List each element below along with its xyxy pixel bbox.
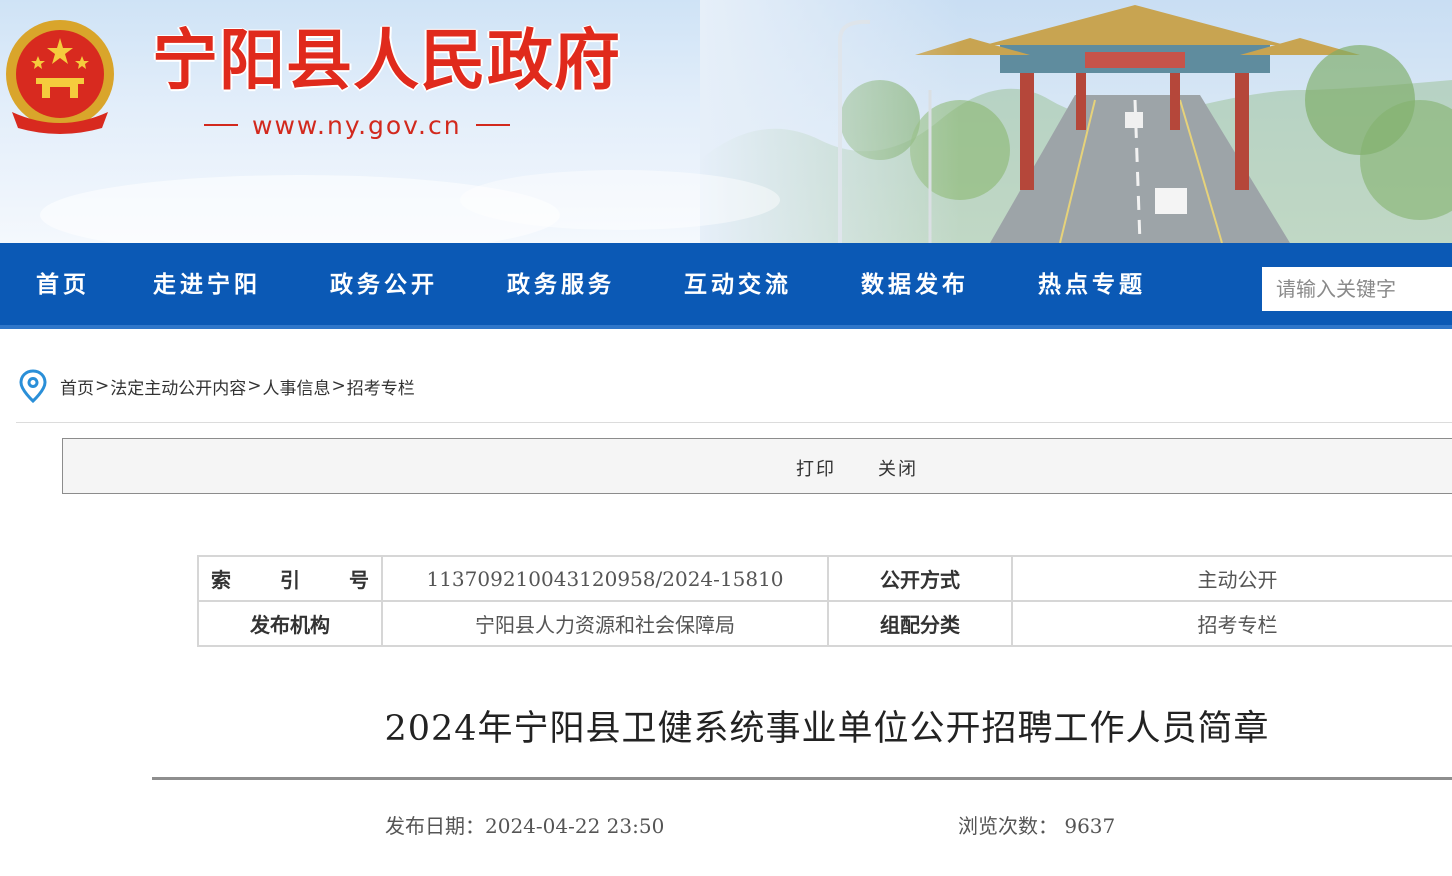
publish-date-label: 发布日期： <box>385 814 485 838</box>
breadcrumb-separator: > <box>247 376 262 396</box>
site-title: 宁阳县人民政府 <box>152 22 621 99</box>
article-toolbar: 打印 关闭 <box>62 438 1452 494</box>
category-value: 招考专栏 <box>1011 600 1452 647</box>
index-number-value: 113709210043120958/2024-15810 <box>381 555 828 602</box>
breadcrumb-separator: > <box>95 376 110 396</box>
open-mode-label: 公开方式 <box>827 555 1012 602</box>
nav-item-data[interactable]: 数据发布 <box>861 243 969 325</box>
nav-item-home[interactable]: 首页 <box>36 243 90 325</box>
breadcrumb-divider <box>16 422 1452 423</box>
print-button[interactable]: 打印 <box>796 455 836 481</box>
location-pin-icon <box>19 369 47 403</box>
breadcrumb-separator: > <box>331 376 346 396</box>
article-title: 2024年宁阳县卫健系统事业单位公开招聘工作人员简章 <box>384 709 1270 749</box>
view-count-label: 浏览次数： <box>958 814 1058 838</box>
publish-date: 发布日期：2024-04-22 23:50 <box>385 810 664 839</box>
breadcrumb: 首页 > 法定主动公开内容 > 人事信息 > 招考专栏 <box>18 368 415 404</box>
search-input[interactable] <box>1262 267 1452 311</box>
breadcrumb-public-content[interactable]: 法定主动公开内容 <box>110 374 246 399</box>
nav-item-topics[interactable]: 热点专题 <box>1038 243 1146 325</box>
site-url: www.ny.gov.cn <box>204 110 510 140</box>
nav-item-about[interactable]: 走进宁阳 <box>153 243 261 325</box>
document-meta-table: 索 引 号 113709210043120958/2024-15810 公开方式… <box>197 555 1452 647</box>
publisher-value: 宁阳县人力资源和社会保障局 <box>381 600 828 647</box>
label-char: 引 <box>280 568 300 592</box>
url-dash-left <box>204 124 238 126</box>
index-number-label: 索 引 号 <box>197 555 382 602</box>
table-row: 发布机构 宁阳县人力资源和社会保障局 组配分类 招考专栏 <box>197 600 1452 647</box>
site-url-text: www.ny.gov.cn <box>252 110 462 140</box>
breadcrumb-personnel[interactable]: 人事信息 <box>263 374 331 399</box>
open-mode-value: 主动公开 <box>1011 555 1452 602</box>
title-divider <box>152 777 1452 780</box>
table-row: 索 引 号 113709210043120958/2024-15810 公开方式… <box>197 555 1452 602</box>
national-emblem-icon <box>6 20 114 134</box>
close-button[interactable]: 关闭 <box>878 455 918 481</box>
main-nav: 首页 走进宁阳 政务公开 政务服务 互动交流 数据发布 热点专题 <box>0 243 1452 329</box>
publish-date-value: 2024-04-22 23:50 <box>485 814 665 838</box>
nav-item-interaction[interactable]: 互动交流 <box>684 243 792 325</box>
breadcrumb-recruitment[interactable]: 招考专栏 <box>347 374 415 399</box>
category-label: 组配分类 <box>827 600 1012 647</box>
nav-item-services[interactable]: 政务服务 <box>507 243 615 325</box>
view-count: 浏览次数： 9637 <box>958 810 1115 839</box>
publisher-label: 发布机构 <box>197 600 382 647</box>
nav-item-gov-affairs[interactable]: 政务公开 <box>330 243 438 325</box>
breadcrumb-home[interactable]: 首页 <box>60 374 94 399</box>
view-count-value: 9637 <box>1064 814 1116 838</box>
label-char: 号 <box>349 568 369 592</box>
header-banner: 宁阳县人民政府 www.ny.gov.cn <box>0 0 1452 243</box>
label-char: 索 <box>211 568 231 592</box>
url-dash-right <box>475 124 510 126</box>
